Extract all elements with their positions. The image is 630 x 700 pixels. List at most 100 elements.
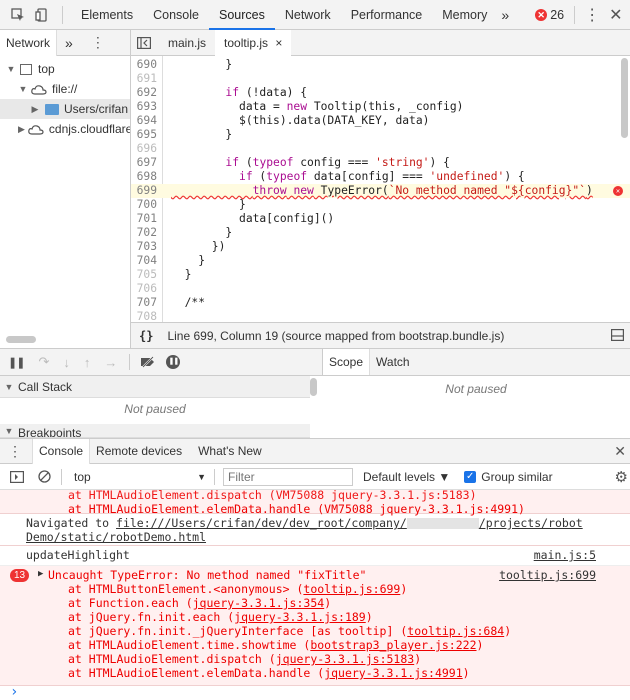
tab-watch[interactable]: Watch — [370, 355, 416, 369]
tab-memory[interactable]: Memory — [432, 0, 497, 30]
code-line[interactable]: 692 if (!data) { — [131, 86, 630, 100]
line-number[interactable]: 701 — [131, 212, 157, 226]
drawer-menu-icon[interactable]: ⋮ — [8, 443, 22, 460]
error-message[interactable]: Uncaught TypeError: No method named "fix… — [48, 568, 367, 582]
step-out-icon[interactable]: ↑ — [84, 355, 91, 370]
navigated-url-link[interactable]: Demo/static/robotDemo.html — [26, 530, 206, 544]
clear-console-icon[interactable] — [38, 470, 51, 483]
line-number[interactable]: 695 — [131, 128, 157, 142]
tab-performance[interactable]: Performance — [341, 0, 433, 30]
line-number[interactable]: 690 — [131, 58, 157, 72]
drawer-tab-remote-devices[interactable]: Remote devices — [90, 444, 188, 458]
code-line[interactable]: 698 if (typeof data[config] === 'undefin… — [131, 170, 630, 184]
code-area[interactable]: 690 } 691 692 if (!data) {693 data = new T… — [131, 56, 630, 338]
navigated-url-link[interactable]: file:///Users/crifan/dev/dev_root/compan… — [116, 516, 407, 530]
line-number[interactable]: 698 — [131, 170, 157, 184]
line-number[interactable]: 702 — [131, 226, 157, 240]
console-prompt[interactable]: › — [0, 684, 630, 700]
toggle-navigator-icon[interactable] — [137, 36, 151, 49]
code-line[interactable]: 706 — [131, 282, 630, 296]
close-tab-icon[interactable]: × — [275, 36, 282, 50]
line-number[interactable]: 696 — [131, 142, 157, 156]
code-line[interactable]: 697 if (typeof config === 'string') { — [131, 156, 630, 170]
code-line[interactable]: 700 } — [131, 198, 630, 212]
line-number[interactable]: 697 — [131, 156, 157, 170]
more-tabs-button[interactable]: » — [497, 0, 513, 30]
line-number[interactable]: 703 — [131, 240, 157, 254]
navigated-url-link[interactable]: /projects/robot — [479, 516, 583, 530]
expand-triangle-icon[interactable]: ▶ — [38, 569, 43, 579]
code-line-error[interactable]: 699 throw new TypeError(`No method named… — [131, 184, 630, 198]
stack-frame-link[interactable]: tooltip.js:684 — [407, 624, 504, 638]
code-line[interactable]: 693 data = new Tooltip(this, _config) — [131, 100, 630, 114]
editor-tab-main-js[interactable]: main.js — [159, 30, 215, 56]
error-source-link[interactable]: tooltip.js:699 — [499, 568, 596, 582]
line-number[interactable]: 707 — [131, 296, 157, 310]
inspect-element-icon[interactable] — [10, 7, 26, 23]
console-output[interactable]: at HTMLAudioElement.dispatch (VM75088 jq… — [0, 490, 630, 700]
stack-frame-link[interactable]: jquery-3.3.1.js:5183 — [276, 652, 414, 666]
stack-frame-link[interactable]: jquery-3.3.1.js:189 — [234, 610, 366, 624]
tab-console[interactable]: Console — [143, 0, 209, 30]
code-line[interactable]: 707 /** — [131, 296, 630, 310]
tree-item-users-folder[interactable]: ▶ Users/crifan — [0, 99, 130, 119]
code-line[interactable]: 691 — [131, 72, 630, 86]
drawer-tab-whats-new[interactable]: What's New — [192, 444, 268, 458]
step-icon[interactable]: → — [104, 355, 117, 370]
line-number[interactable]: 705 — [131, 268, 157, 282]
console-sidebar-icon[interactable] — [10, 470, 24, 483]
stack-frame-link[interactable]: tooltip.js:699 — [303, 582, 400, 596]
tab-scope[interactable]: Scope — [323, 349, 371, 375]
tree-item-top[interactable]: ▼ top — [0, 59, 130, 79]
stack-frame-link[interactable]: bootstrap3_player.js:222 — [310, 638, 476, 652]
code-line[interactable]: 701 data[config]() — [131, 212, 630, 226]
close-drawer-icon[interactable]: ✕ — [614, 443, 626, 460]
code-line[interactable]: 694 $(this).data(DATA_KEY, data) — [131, 114, 630, 128]
code-line[interactable]: 690 } — [131, 58, 630, 72]
editor-tab-tooltip-js[interactable]: tooltip.js × — [215, 29, 292, 56]
code-line[interactable]: 702 } — [131, 226, 630, 240]
line-number[interactable]: 700 — [131, 198, 157, 212]
step-into-icon[interactable]: ↓ — [63, 355, 70, 370]
pause-icon[interactable]: ❚❚ — [8, 356, 25, 369]
tab-navigator-network[interactable]: Network — [0, 30, 58, 56]
code-line[interactable]: 705 } — [131, 268, 630, 282]
device-toolbar-icon[interactable] — [34, 7, 50, 23]
line-number[interactable]: 699 — [131, 184, 157, 198]
console-filter-input[interactable] — [223, 467, 353, 486]
log-source-link[interactable]: main.js:5 — [534, 548, 596, 562]
code-line[interactable]: 695 } — [131, 128, 630, 142]
call-stack-header[interactable]: ▼ Call Stack — [0, 376, 310, 398]
tree-item-file[interactable]: ▼ file:// — [0, 79, 130, 99]
log-levels-dropdown[interactable]: Default levels ▼ — [363, 470, 450, 484]
pause-on-exceptions-icon[interactable]: ❚❚ — [166, 355, 181, 369]
code-line[interactable]: 696 — [131, 142, 630, 156]
stack-frame-link[interactable]: jquery-3.3.1.js:354 — [193, 596, 325, 610]
navigator-menu-icon[interactable]: ⋮ — [91, 34, 105, 51]
tab-sources[interactable]: Sources — [208, 0, 275, 30]
code-line[interactable]: 703 }) — [131, 240, 630, 254]
pretty-print-button[interactable]: {} — [139, 329, 153, 343]
tab-network[interactable]: Network — [275, 0, 341, 30]
context-selector[interactable]: top ▼ — [74, 470, 206, 484]
breakpoints-header[interactable]: ▼ Breakpoints — [0, 424, 310, 438]
line-number[interactable]: 694 — [131, 114, 157, 128]
deactivate-breakpoints-icon[interactable] — [140, 356, 156, 368]
step-over-icon[interactable]: ↷ — [38, 354, 49, 370]
line-number[interactable]: 693 — [131, 100, 157, 114]
navigator-scrollbar[interactable] — [6, 336, 36, 343]
toggle-debugger-icon[interactable] — [611, 329, 624, 341]
code-line[interactable]: 704 } — [131, 254, 630, 268]
kebab-menu-icon[interactable]: ⋮ — [583, 5, 601, 25]
error-counter[interactable]: ✕ 26 — [535, 8, 564, 22]
editor-vertical-scrollbar[interactable] — [621, 58, 628, 138]
inline-error-icon[interactable]: ✕ — [613, 186, 623, 196]
drawer-tab-console[interactable]: Console — [32, 438, 91, 464]
console-settings-gear-icon[interactable]: ⚙ — [615, 468, 628, 486]
navigator-more-button[interactable]: » — [65, 35, 73, 51]
stack-frame-link[interactable]: jquery-3.3.1.js:4991 — [324, 666, 462, 680]
group-similar-checkbox[interactable]: ✓ — [464, 470, 477, 483]
line-number[interactable]: 706 — [131, 282, 157, 296]
tree-item-cdnjs[interactable]: ▶ cdnjs.cloudflare — [0, 119, 130, 139]
line-number[interactable]: 691 — [131, 72, 157, 86]
